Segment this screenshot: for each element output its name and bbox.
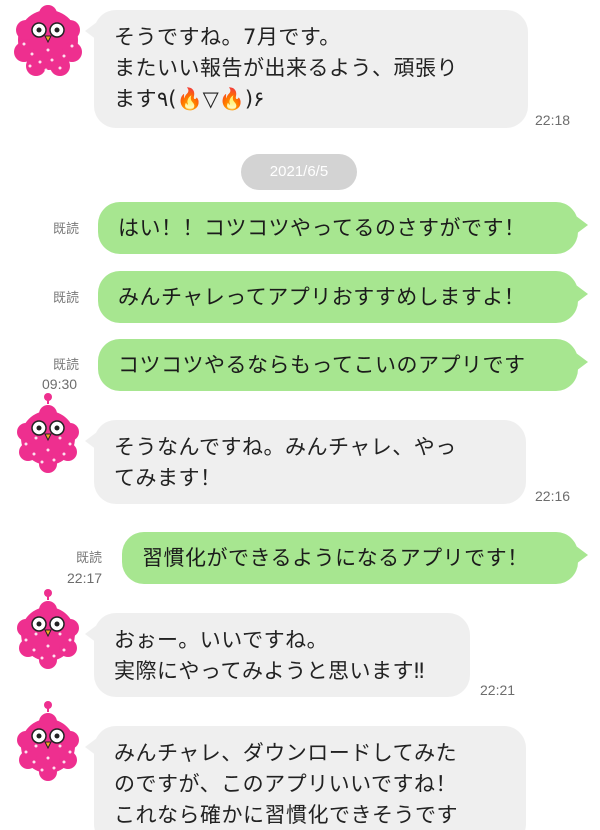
read-receipt: 既読	[76, 551, 103, 566]
incoming-message: おぉー。いいですね。 実際にやってみようと思います‼︎ 22:21	[0, 588, 600, 704]
incoming-message: そうなんですね。みんチャレ、やっ てみます！ 22:16	[0, 392, 600, 512]
message-bubble[interactable]: はい！！コツコツやってるのさすがです！	[98, 202, 588, 254]
pink-owl-avatar-icon[interactable]	[12, 392, 84, 478]
message-bubble[interactable]: みんチャレ、ダウンロードしてみた のですが、このアプリいいですね！ これなら確か…	[85, 726, 526, 830]
pink-owl-avatar-icon[interactable]	[12, 588, 84, 674]
date-separator: 2021/6/5	[241, 154, 357, 190]
message-time: 22:21	[480, 682, 516, 698]
pink-owl-avatar-icon[interactable]	[12, 700, 84, 786]
message-bubble[interactable]: そうですね。7月です。 またいい報告が出来るよう、頑張り ます٩(🔥▽🔥)۶	[85, 10, 528, 128]
message-bubble[interactable]: おぉー。いいですね。 実際にやってみようと思います‼︎	[85, 613, 470, 697]
message-time: 22:18	[535, 112, 571, 128]
message-bubble[interactable]: 習慣化ができるようになるアプリです！	[122, 532, 588, 584]
message-bubble[interactable]: そうなんですね。みんチャレ、やっ てみます！	[85, 420, 526, 504]
incoming-message: そうですね。7月です。 またいい報告が出来るよう、頑張り ます٩(🔥▽🔥)۶ 2…	[0, 0, 600, 140]
message-time: 22:16	[535, 488, 571, 504]
pink-owl-avatar-icon[interactable]	[12, 0, 84, 86]
message-time: 09:30	[42, 376, 78, 392]
read-receipt: 既読	[53, 358, 80, 373]
incoming-message: みんチャレ、ダウンロードしてみた のですが、このアプリいいですね！ これなら確か…	[0, 700, 600, 830]
message-bubble[interactable]: みんチャレってアプリおすすめしますよ！	[98, 271, 588, 323]
read-receipt: 既読	[53, 291, 80, 306]
message-bubble[interactable]: コツコツやるならもってこいのアプリです	[98, 339, 588, 391]
message-time: 22:17	[67, 570, 103, 586]
read-receipt: 既読	[53, 222, 80, 237]
chat-thread[interactable]: そうですね。7月です。 またいい報告が出来るよう、頑張り ます٩(🔥▽🔥)۶ 2…	[0, 0, 600, 830]
